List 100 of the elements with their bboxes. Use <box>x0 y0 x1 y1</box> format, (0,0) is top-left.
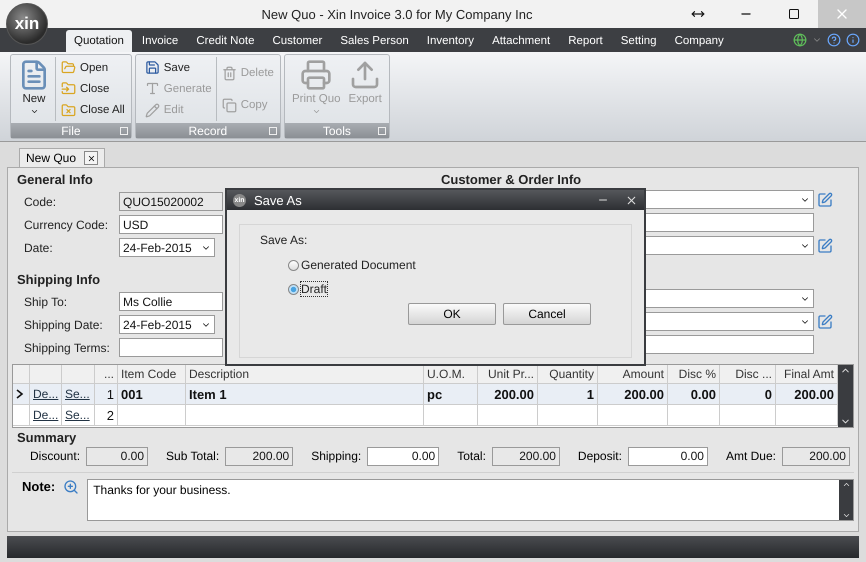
row-link[interactable]: De... <box>33 408 58 422</box>
row-link[interactable]: De... <box>33 387 58 401</box>
input-field[interactable]: USD <box>119 215 223 234</box>
combo-field[interactable] <box>644 190 814 209</box>
column-header[interactable]: ... <box>104 367 114 381</box>
row-link[interactable]: Se... <box>65 387 90 401</box>
row-link[interactable]: Se... <box>65 408 90 422</box>
ribbon-tab[interactable]: Quotation <box>66 30 132 52</box>
ribbon-tab[interactable]: Company <box>666 30 732 52</box>
ribbon-tab[interactable]: Sales Person <box>332 30 417 52</box>
help-icon[interactable] <box>827 33 841 47</box>
code-field[interactable]: QUO15020002 <box>119 192 223 211</box>
launcher-icon[interactable] <box>378 127 386 135</box>
table-row[interactable]: De... Se... 1 001 Item 1 pc 200.00 1 200.00 0.00 0 200.00 <box>13 384 838 405</box>
section-title: General Info <box>16 172 93 189</box>
column-header[interactable]: Disc % <box>678 367 716 381</box>
edit-form-icon[interactable] <box>817 192 833 208</box>
scroll-up-icon[interactable] <box>842 480 850 489</box>
ribbon-tab[interactable]: Setting <box>612 30 665 52</box>
maximize-icon[interactable] <box>788 8 800 20</box>
ribbon-tab[interactable]: Attachment <box>484 30 558 52</box>
ribbon-button[interactable]: Close <box>59 80 127 98</box>
ribbon-tab[interactable]: Customer <box>264 30 330 52</box>
amount-field[interactable]: 200.00 <box>492 446 560 466</box>
table-cell: pc <box>427 386 442 402</box>
column-header[interactable]: Quantity <box>549 367 594 381</box>
copy-icon <box>222 98 237 112</box>
ribbon-button[interactable]: Save <box>142 59 214 76</box>
app-logo[interactable]: xin <box>6 3 48 45</box>
ribbon-tab[interactable]: Inventory <box>418 30 482 52</box>
ribbon-tab[interactable]: Invoice <box>134 30 186 52</box>
group-label: File <box>61 124 81 138</box>
input-field[interactable] <box>119 338 223 357</box>
combo-field[interactable] <box>644 236 814 255</box>
printer-icon <box>300 59 332 91</box>
input-field[interactable]: Ms Collie <box>119 292 223 311</box>
date-field[interactable]: 24-Feb-2015 <box>119 315 215 334</box>
field-label: Currency Code: <box>24 218 110 232</box>
table-cell: Item 1 <box>189 386 227 402</box>
scrollbar[interactable] <box>838 365 853 427</box>
input-field[interactable] <box>644 335 814 354</box>
column-header[interactable]: Item Code <box>121 367 176 381</box>
scrollbar[interactable] <box>839 480 853 520</box>
section-title: Shipping Info <box>16 272 100 289</box>
table-cell: 200.00 <box>494 386 534 402</box>
folder-arrow-icon <box>61 81 76 96</box>
close-icon[interactable] <box>625 194 638 206</box>
amount-field[interactable]: 0.00 <box>86 446 148 466</box>
row-pointer-icon <box>16 389 24 399</box>
field-label: Note: <box>22 479 56 494</box>
scroll-down-icon[interactable] <box>842 511 850 520</box>
radio-option[interactable]: Draft <box>288 279 328 299</box>
input-field[interactable] <box>644 213 814 232</box>
date-field[interactable]: 24-Feb-2015 <box>119 238 215 257</box>
column-header[interactable]: Description <box>189 367 250 381</box>
note-field[interactable]: Thanks for your business. <box>87 479 854 521</box>
amount-field[interactable]: 200.00 <box>782 446 850 466</box>
table-cell: 0 <box>764 386 772 402</box>
zoom-in-icon[interactable] <box>63 479 80 495</box>
column-header[interactable]: Final Amt <box>784 367 834 381</box>
combo-field[interactable] <box>644 312 814 331</box>
close-icon[interactable] <box>84 151 98 165</box>
pencil-icon <box>144 102 160 118</box>
radio-option[interactable]: Generated Document <box>288 255 416 275</box>
folder-icon <box>61 60 76 76</box>
edit-form-icon[interactable] <box>817 314 833 330</box>
info-icon[interactable] <box>846 33 860 47</box>
ribbon-tab[interactable]: Credit Note <box>188 30 262 52</box>
column-header[interactable]: Amount <box>622 367 664 381</box>
globe-icon[interactable] <box>793 33 807 47</box>
field-label: Total: <box>457 449 486 463</box>
launcher-icon[interactable] <box>120 127 128 135</box>
field-label: Shipping Date: <box>24 318 104 332</box>
amount-field[interactable]: 200.00 <box>225 446 294 466</box>
column-header[interactable]: Unit Pr... <box>488 367 534 381</box>
document-tab[interactable]: New Quo <box>19 148 106 167</box>
table-row[interactable]: De... Se... 2 <box>13 405 838 426</box>
field-label: Shipping: <box>311 449 362 463</box>
table-cell: 200.00 <box>624 386 664 402</box>
amount-field[interactable]: 0.00 <box>367 446 440 466</box>
folder-x-icon <box>61 102 76 118</box>
column-header[interactable]: Disc ... <box>735 367 772 381</box>
table-cell: 001 <box>121 386 143 402</box>
ribbon-button[interactable]: Close All <box>59 102 127 119</box>
amount-field[interactable]: 0.00 <box>628 446 708 466</box>
ribbon-button[interactable]: Open <box>59 59 127 76</box>
table-cell: 200.00 <box>794 386 834 402</box>
ribbon-button[interactable]: New <box>15 57 53 121</box>
column-header[interactable]: U.O.M. <box>427 367 465 381</box>
edit-form-icon[interactable] <box>817 238 833 254</box>
cancel-button[interactable]: Cancel <box>503 303 591 325</box>
group-label: Record <box>188 124 228 138</box>
field-label: Shipping Terms: <box>24 340 111 354</box>
table-cell: 0.00 <box>690 386 716 402</box>
section-title: Summary <box>16 430 76 444</box>
field-label: Ship To: <box>24 294 68 308</box>
combo-field[interactable] <box>644 289 814 308</box>
ribbon-tab[interactable]: Report <box>560 30 611 52</box>
ok-button[interactable]: OK <box>408 303 496 325</box>
launcher-icon[interactable] <box>268 127 277 135</box>
